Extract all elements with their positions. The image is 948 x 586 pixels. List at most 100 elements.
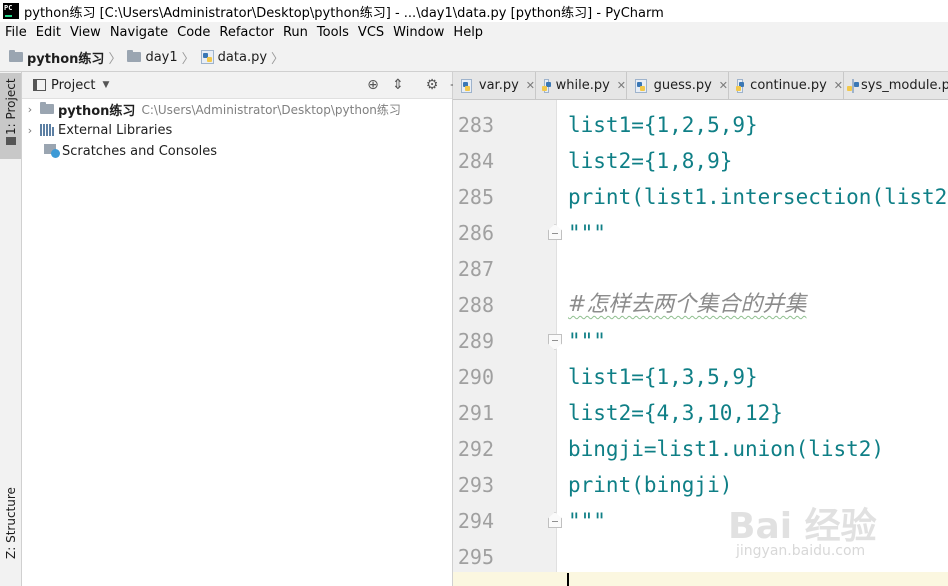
pycharm-logo-icon: PC xyxy=(3,3,19,19)
breadcrumb-file-label: data.py xyxy=(217,49,268,65)
tree-item-label: Scratches and Consoles xyxy=(62,143,218,159)
scratches-icon xyxy=(44,144,60,158)
tab-sys-module-py[interactable]: sys_module.py xyxy=(844,72,948,99)
python-file-icon xyxy=(635,78,647,93)
tree-item-external-libraries[interactable]: › External Libraries xyxy=(24,120,172,140)
window-title: python练习 [C:\Users\Administrator\Desktop… xyxy=(24,5,664,21)
project-view-icon xyxy=(33,79,46,91)
menu-bar: File Edit View Navigate Code Refactor Ru… xyxy=(0,22,948,43)
collapse-all-icon[interactable]: ⇕ xyxy=(389,76,407,94)
python-file-icon xyxy=(461,78,472,93)
text-caret xyxy=(567,573,569,586)
tab-label: continue.py xyxy=(750,78,827,93)
structure-tool-label[interactable]: Z: Structure xyxy=(4,487,18,559)
breadcrumb: python练习 〉 day1 〉 data.py 〉 xyxy=(0,43,948,72)
menu-refactor[interactable]: Refactor xyxy=(214,25,278,40)
line-number: 295 xyxy=(457,545,494,569)
chevron-right-icon[interactable]: › xyxy=(24,103,36,116)
library-icon xyxy=(40,124,54,136)
menu-tools[interactable]: Tools xyxy=(312,25,353,40)
chevron-right-icon[interactable]: › xyxy=(24,124,36,137)
code-line: bingji=list1.union(list2) xyxy=(568,437,885,461)
line-number: 294 xyxy=(457,509,494,533)
tab-label: while.py xyxy=(555,78,610,93)
fold-end-icon[interactable] xyxy=(548,512,562,528)
tab-guess-py[interactable]: guess.py ✕ xyxy=(627,72,729,99)
close-icon[interactable]: ✕ xyxy=(617,79,626,92)
line-number: 283 xyxy=(457,113,494,137)
breadcrumb-file[interactable]: data.py xyxy=(200,49,268,65)
line-number: 288 xyxy=(457,293,494,317)
line-number: 286 xyxy=(457,221,494,245)
close-icon[interactable]: ✕ xyxy=(719,79,728,92)
watermark-logo: Bai 经验 xyxy=(728,506,877,547)
breadcrumb-folder-label: day1 xyxy=(145,49,178,65)
tab-continue-py[interactable]: continue.py ✕ xyxy=(729,72,844,99)
baidu-watermark: Bai 经验 jingyan.baidu.com xyxy=(728,497,928,567)
line-number: 292 xyxy=(457,437,494,461)
code-comment: #怎样去两个集合的并集 xyxy=(568,292,807,317)
close-icon[interactable]: ✕ xyxy=(834,79,843,92)
folder-icon xyxy=(9,50,23,62)
breadcrumb-project[interactable]: python练习 xyxy=(9,48,104,67)
line-number: 291 xyxy=(457,401,494,425)
gear-icon[interactable]: ⚙ xyxy=(423,76,441,94)
code-line: list2={1,8,9} xyxy=(568,149,733,173)
breadcrumb-project-label: python练习 xyxy=(27,51,105,67)
code-line: """ xyxy=(568,221,606,245)
line-number: 287 xyxy=(457,257,494,281)
current-line-highlight xyxy=(453,572,948,586)
menu-vcs[interactable]: VCS xyxy=(353,25,388,40)
python-file-icon xyxy=(847,78,859,93)
menu-window[interactable]: Window xyxy=(388,25,448,40)
project-tool-label[interactable]: 1: Project xyxy=(4,78,18,135)
folder-icon xyxy=(40,102,54,114)
python-file-icon xyxy=(736,78,745,93)
chevron-right-icon: 〉 xyxy=(108,51,122,67)
tab-var-py[interactable]: var.py ✕ xyxy=(453,72,536,99)
folder-icon xyxy=(6,137,16,145)
code-line: print(list1.intersection(list2)) xyxy=(568,185,948,209)
close-icon[interactable]: ✕ xyxy=(526,79,535,92)
tab-label: sys_module.py xyxy=(861,78,948,93)
tree-item-scratches[interactable]: Scratches and Consoles xyxy=(44,141,217,161)
code-line: list1={1,2,5,9} xyxy=(568,113,758,137)
locate-icon[interactable]: ⊕ xyxy=(364,76,382,94)
code-line: list1={1,3,5,9} xyxy=(568,365,758,389)
tab-while-py[interactable]: while.py ✕ xyxy=(536,72,627,99)
code-line: list2={4,3,10,12} xyxy=(568,401,783,425)
breadcrumb-folder[interactable]: day1 xyxy=(127,49,178,65)
tree-item-path: C:\Users\Administrator\Desktop\python练习 xyxy=(141,102,401,117)
menu-view[interactable]: View xyxy=(65,25,105,40)
line-number: 290 xyxy=(457,365,494,389)
tree-item-label: python练习 xyxy=(58,103,136,119)
project-panel-title[interactable]: Project xyxy=(51,78,95,93)
tree-item-label: External Libraries xyxy=(58,122,173,138)
fold-start-icon[interactable] xyxy=(548,334,562,350)
project-panel-header: Project ▼ ⊕ ⇕ ⚙ — xyxy=(22,72,464,99)
python-file-icon xyxy=(541,78,551,93)
chevron-right-icon: 〉 xyxy=(271,51,285,67)
watermark-url: jingyan.baidu.com xyxy=(736,543,866,559)
menu-edit[interactable]: Edit xyxy=(31,25,65,40)
tab-label: guess.py xyxy=(653,78,712,93)
line-number: 293 xyxy=(457,473,494,497)
chevron-down-icon[interactable]: ▼ xyxy=(102,80,109,90)
line-number: 284 xyxy=(457,149,494,173)
code-line: """ xyxy=(568,509,606,533)
tab-label: var.py xyxy=(478,78,519,93)
menu-file[interactable]: File xyxy=(0,25,31,40)
code-line: print(bingji) xyxy=(568,473,733,497)
fold-end-icon[interactable] xyxy=(548,224,562,240)
menu-navigate[interactable]: Navigate xyxy=(105,25,172,40)
folder-icon xyxy=(127,50,142,62)
tree-item-project[interactable]: › python练习 C:\Users\Administrator\Deskto… xyxy=(24,99,401,119)
menu-code[interactable]: Code xyxy=(172,25,214,40)
python-file-icon xyxy=(200,50,214,64)
menu-help[interactable]: Help xyxy=(448,25,487,40)
line-number: 289 xyxy=(457,329,494,353)
editor-tab-bar: var.py ✕ while.py ✕ guess.py ✕ continue.… xyxy=(453,72,948,100)
title-bar: PC python练习 [C:\Users\Administrator\Desk… xyxy=(0,0,948,22)
menu-run[interactable]: Run xyxy=(278,25,312,40)
chevron-right-icon: 〉 xyxy=(181,51,195,67)
